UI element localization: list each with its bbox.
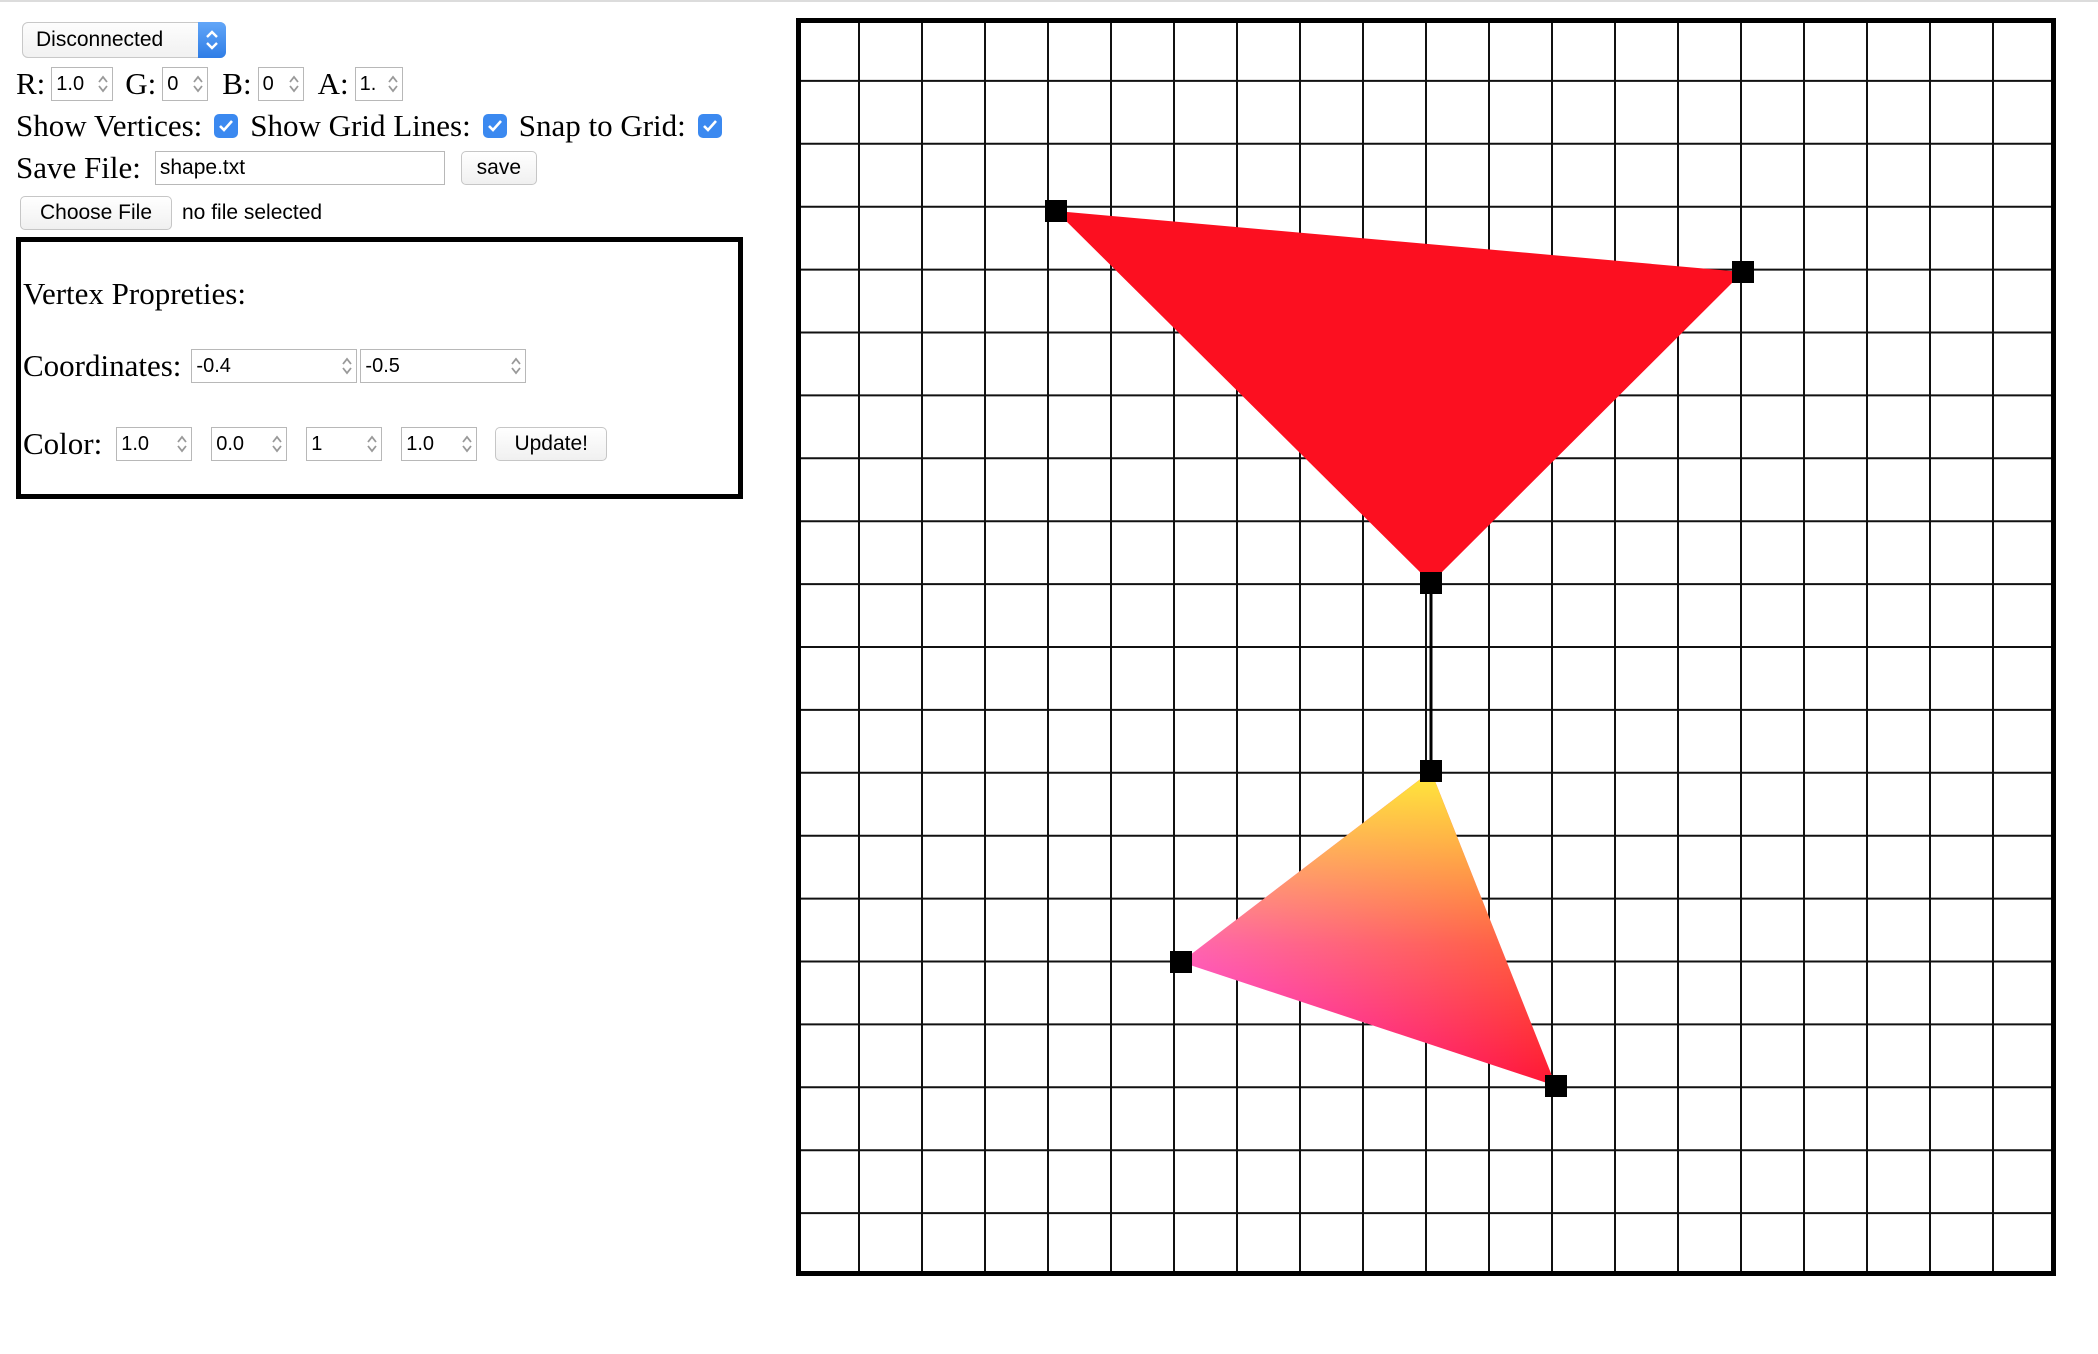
file-status-text: no file selected bbox=[182, 201, 323, 224]
b-value: 0 bbox=[262, 73, 274, 95]
a-label: A: bbox=[317, 66, 349, 101]
show-vertices-checkbox[interactable] bbox=[214, 114, 239, 138]
file-chooser-row: Choose File no file selected bbox=[20, 196, 322, 230]
coordinates-label: Coordinates: bbox=[23, 348, 182, 383]
b-label: B: bbox=[222, 66, 252, 101]
checkmark-icon bbox=[219, 120, 234, 132]
snap-checkbox[interactable] bbox=[697, 114, 722, 138]
save-button[interactable]: save bbox=[460, 151, 537, 185]
g-label: G: bbox=[125, 66, 157, 101]
r-label: R: bbox=[16, 66, 46, 101]
vertex-properties-panel: Vertex Propreties: Coordinates: -0.4 -0.… bbox=[16, 237, 743, 499]
vertex-handle[interactable] bbox=[1732, 261, 1754, 283]
show-vertices-label: Show Vertices: bbox=[16, 108, 203, 143]
spinner-icon bbox=[387, 75, 398, 93]
coord-y-value: -0.5 bbox=[365, 355, 400, 377]
color-g-value: 0.0 bbox=[216, 433, 245, 455]
b-input[interactable]: 0 bbox=[257, 67, 304, 101]
spinner-icon bbox=[98, 75, 108, 93]
color-a-value: 1.0 bbox=[406, 433, 435, 455]
g-value: 0 bbox=[167, 73, 179, 95]
save-row: Save File: shape.txt save bbox=[16, 150, 537, 186]
connection-select-value: Disconnected bbox=[36, 28, 164, 51]
a-value: 1. bbox=[359, 73, 377, 95]
snap-label: Snap to Grid: bbox=[518, 108, 686, 143]
color-g-input[interactable]: 0.0 bbox=[211, 427, 288, 461]
color-b-value: 1 bbox=[311, 433, 323, 455]
drawing-canvas[interactable] bbox=[796, 18, 2056, 1276]
coord-x-value: -0.4 bbox=[196, 355, 231, 377]
r-input[interactable]: 1.0 bbox=[51, 67, 114, 101]
spinner-icon bbox=[288, 75, 299, 93]
vertex-properties-title: Vertex Propreties: bbox=[23, 276, 246, 311]
show-grid-label: Show Grid Lines: bbox=[250, 108, 471, 143]
g-input[interactable]: 0 bbox=[162, 67, 209, 101]
show-grid-checkbox[interactable] bbox=[482, 114, 507, 138]
coordinates-row: Coordinates: -0.4 -0.5 bbox=[23, 348, 527, 384]
color-a-input[interactable]: 1.0 bbox=[401, 427, 478, 461]
color-label: Color: bbox=[23, 426, 103, 461]
spinner-icon bbox=[342, 357, 353, 375]
save-file-label: Save File: bbox=[16, 150, 141, 185]
spinner-icon bbox=[367, 435, 377, 453]
coord-x-input[interactable]: -0.4 bbox=[191, 349, 358, 383]
vertex-handle[interactable] bbox=[1545, 1075, 1567, 1097]
update-button[interactable]: Update! bbox=[495, 427, 608, 461]
r-value: 1.0 bbox=[56, 73, 85, 95]
spinner-icon bbox=[462, 435, 472, 453]
a-input[interactable]: 1. bbox=[354, 67, 403, 101]
color-r-input[interactable]: 1.0 bbox=[116, 427, 193, 461]
color-r-value: 1.0 bbox=[121, 433, 150, 455]
rgba-row: R: 1.0 G: 0 B: 0 A: 1. bbox=[16, 66, 403, 102]
chevron-updown-icon bbox=[198, 22, 226, 58]
vertex-handle[interactable] bbox=[1420, 760, 1442, 782]
choose-file-button[interactable]: Choose File bbox=[20, 196, 172, 230]
grid-lines bbox=[796, 18, 2056, 1276]
checkmark-icon bbox=[487, 120, 502, 132]
spinner-icon bbox=[177, 435, 187, 453]
toggles-row: Show Vertices: Show Grid Lines: Snap to … bbox=[16, 108, 722, 144]
spinner-icon bbox=[272, 435, 282, 453]
color-row: Color: 1.0 0.0 1 1.0 Update! bbox=[23, 426, 608, 462]
connection-select[interactable]: Disconnected bbox=[22, 22, 226, 58]
save-filename-input[interactable]: shape.txt bbox=[154, 151, 445, 185]
spinner-icon bbox=[193, 75, 203, 93]
top-border bbox=[0, 0, 2098, 2]
spinner-icon bbox=[511, 357, 522, 375]
color-b-input[interactable]: 1 bbox=[306, 427, 383, 461]
vertex-handle[interactable] bbox=[1170, 951, 1192, 973]
checkmark-icon bbox=[702, 120, 717, 132]
coord-y-input[interactable]: -0.5 bbox=[360, 349, 527, 383]
vertex-handle[interactable] bbox=[1420, 572, 1442, 594]
vertex-handle[interactable] bbox=[1045, 200, 1067, 222]
